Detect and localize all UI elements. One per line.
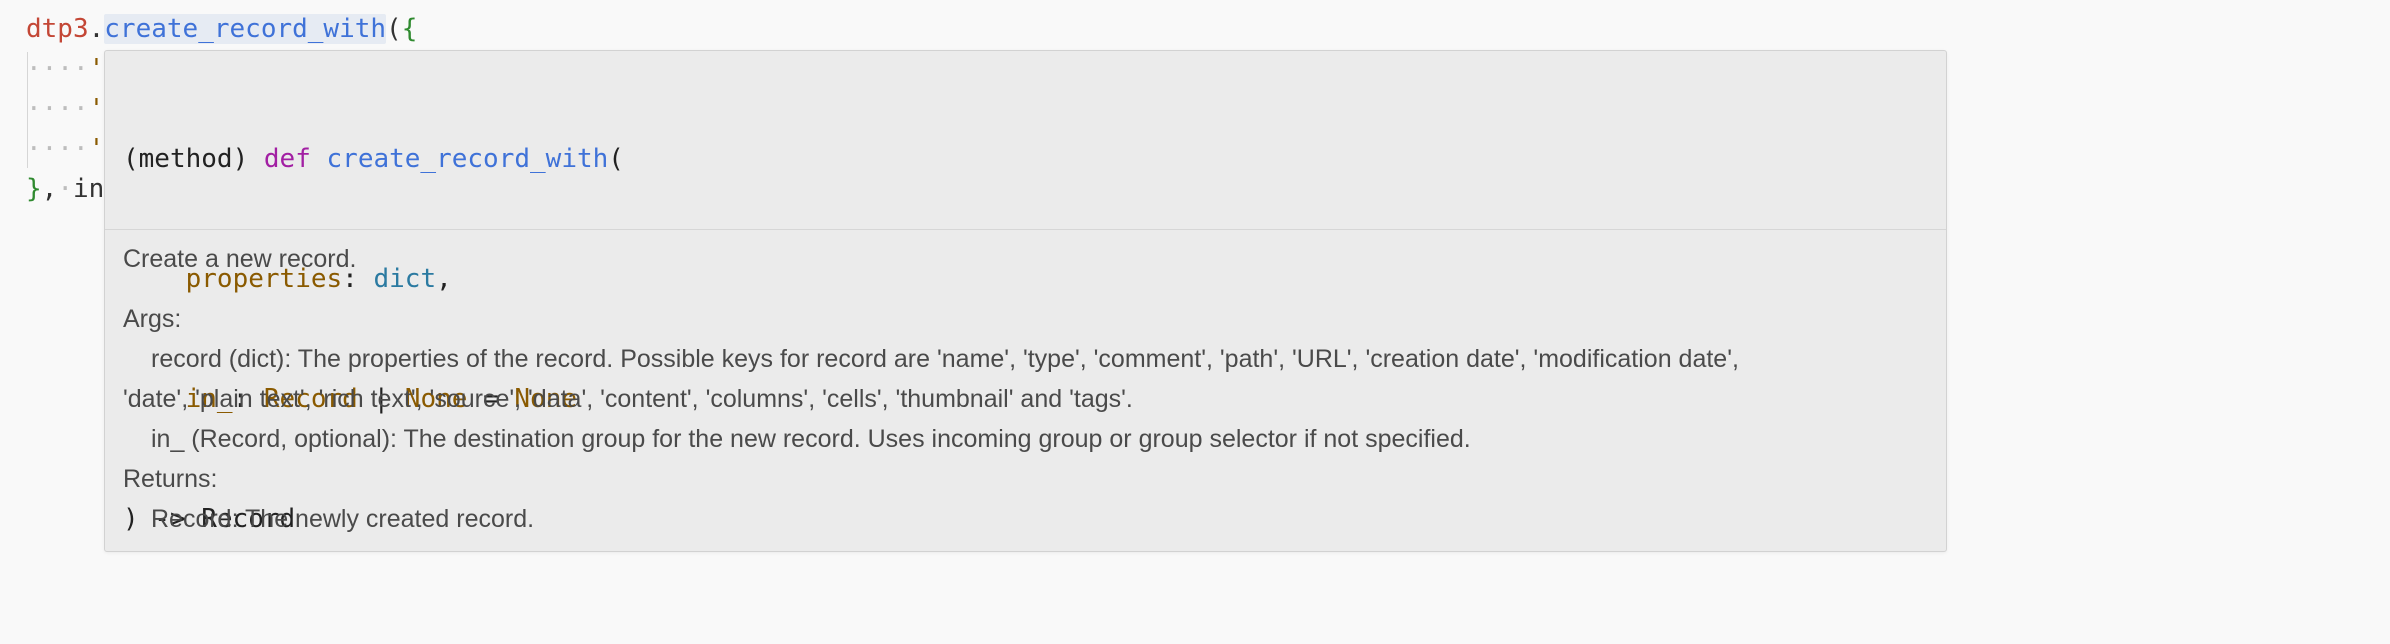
hover-tooltip: (method) def create_record_with( propert… bbox=[104, 50, 1947, 552]
doc-returns-header: Returns: bbox=[123, 465, 218, 493]
code-line-4[interactable]: ····' bbox=[26, 129, 104, 169]
code-string-quote: ' bbox=[88, 54, 105, 84]
code-editor[interactable]: dtp3.create_record_with({ ····' ····' ··… bbox=[0, 0, 2390, 644]
code-open-paren: ( bbox=[386, 14, 402, 44]
code-dot: . bbox=[88, 14, 105, 44]
whitespace-marker: · bbox=[57, 174, 73, 204]
method-prefix: (method) bbox=[123, 144, 249, 174]
tooltip-divider bbox=[105, 229, 1946, 230]
doc-args-header: Args: bbox=[123, 305, 182, 333]
code-string-quote: ' bbox=[88, 134, 105, 164]
code-line-3[interactable]: ····' bbox=[26, 89, 104, 129]
code-open-brace: { bbox=[401, 14, 418, 44]
code-line-1[interactable]: dtp3.create_record_with({ bbox=[26, 9, 417, 49]
doc-returns: Record: The newly created record. bbox=[151, 505, 535, 533]
whitespace-marker: ···· bbox=[26, 134, 89, 164]
doc-arg-record-line1: record (dict): The properties of the rec… bbox=[151, 345, 1739, 373]
doc-arg-record-line2: 'date', 'plain text', 'rich text', 'sour… bbox=[123, 385, 1133, 413]
code-close-brace: } bbox=[26, 174, 42, 204]
code-function-name[interactable]: create_record_with bbox=[104, 14, 387, 44]
signature-function-name: create_record_with bbox=[326, 144, 609, 174]
code-object: dtp3 bbox=[26, 14, 89, 44]
def-keyword: def bbox=[263, 144, 311, 174]
code-partial-identifier: in bbox=[72, 174, 105, 204]
code-line-2[interactable]: ····' bbox=[26, 49, 104, 89]
signature-line-1: (method) def create_record_with( bbox=[123, 139, 1923, 179]
whitespace-marker: ···· bbox=[26, 94, 89, 124]
doc-summary: Create a new record. bbox=[123, 245, 357, 273]
signature-open-paren: ( bbox=[608, 144, 624, 174]
doc-arg-in: in_ (Record, optional): The destination … bbox=[151, 425, 1471, 453]
code-string-quote: ' bbox=[88, 94, 105, 124]
docstring: Create a new record. Args: record (dict)… bbox=[123, 239, 1923, 539]
code-comma: , bbox=[41, 174, 58, 204]
whitespace-marker: ···· bbox=[26, 54, 89, 84]
code-line-5[interactable]: },·in bbox=[26, 169, 104, 209]
